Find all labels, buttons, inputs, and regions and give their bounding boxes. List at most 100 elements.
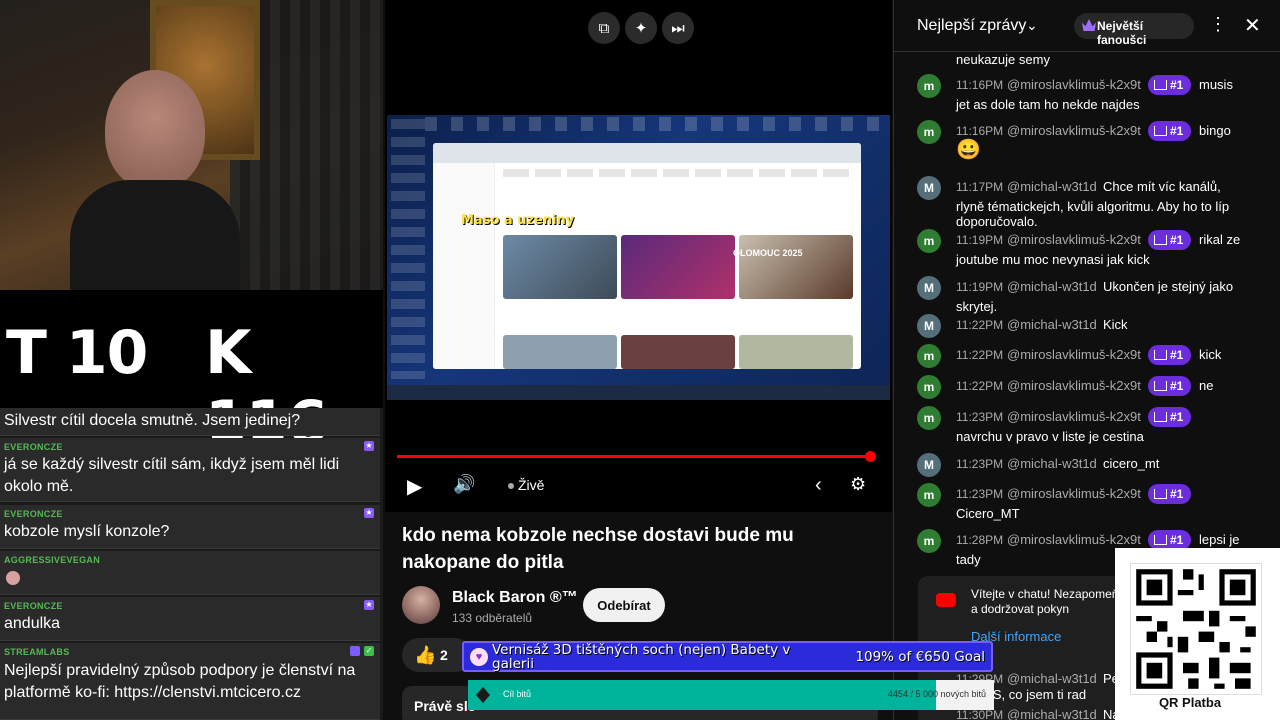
- member-badge: #1: [1148, 230, 1192, 250]
- crown-icon: [1154, 235, 1167, 245]
- description-text: Právě sle: [414, 698, 476, 714]
- verified-icon: ✓: [364, 646, 374, 656]
- overlay-chat-message: EVERONCZE ★ andulka: [0, 597, 380, 641]
- thumbnail-text: OLOMOUC 2025: [733, 248, 803, 258]
- chat-message-text: kick: [1199, 347, 1222, 362]
- chat-message: M 11:17PM @michal-w3t1d Chce mít víc kanálů…: [894, 176, 1280, 229]
- video-thumbnail: [621, 235, 735, 299]
- bits-label: Cíl bitů: [503, 689, 532, 699]
- message-author[interactable]: @michal-w3t1d: [1007, 707, 1097, 720]
- progress-bar[interactable]: [397, 455, 870, 458]
- overlay-chat-text: já se každý silvestr cítil sám, ikdyž js…: [4, 456, 340, 495]
- goal-title: Vernisáž 3D tištěných soch (nejen) Babet…: [492, 642, 791, 672]
- chat-message-text: skrytej.: [956, 299, 998, 314]
- message-author[interactable]: @miroslavklimuš-k2x9t: [1007, 77, 1141, 92]
- overlay-chat-author: STREAMLABS: [4, 647, 70, 657]
- message-author[interactable]: @michal-w3t1d: [1007, 279, 1097, 294]
- badge-label: #1: [1170, 533, 1184, 547]
- close-icon[interactable]: ✕: [1244, 13, 1261, 38]
- message-author[interactable]: @michal-w3t1d: [1007, 317, 1097, 332]
- progress-handle[interactable]: [865, 451, 876, 462]
- gear-icon[interactable]: ⚙: [850, 474, 866, 495]
- top-fans-button[interactable]: Největší fanoušci: [1074, 13, 1194, 47]
- chat-message-text: navrchu v pravo v liste je cestina: [956, 429, 1144, 444]
- chat-message-text: rikal ze: [1199, 232, 1241, 247]
- user-avatar[interactable]: m: [917, 406, 941, 430]
- video-thumbnail: [503, 335, 617, 369]
- user-avatar[interactable]: M: [917, 453, 941, 477]
- message-author[interactable]: @miroslavklimuš-k2x9t: [1007, 378, 1141, 393]
- user-avatar[interactable]: M: [917, 176, 941, 200]
- overlay-chat-text: Silvestr cítil docela smutně. Jsem jedin…: [4, 412, 301, 429]
- bits-progress-fill: [468, 680, 937, 710]
- badge-label: #1: [1170, 78, 1184, 92]
- heart-icon: ♥: [470, 648, 488, 666]
- volume-icon[interactable]: 🔊: [453, 474, 475, 495]
- channel-name[interactable]: Black Baron ®™: [452, 589, 578, 607]
- webcam-feed: [0, 0, 383, 290]
- top-fans-label: Největší fanoušci: [1097, 19, 1147, 47]
- qr-payment-box: QR Platba: [1115, 548, 1280, 720]
- video-thumbnail: [621, 335, 735, 369]
- message-author[interactable]: @miroslavklimuš-k2x9t: [1007, 123, 1141, 138]
- chat-message: m 11:19PM @miroslavklimuš-k2x9t #1 rikal ze j…: [894, 229, 1280, 273]
- message-author[interactable]: @michal-w3t1d: [1007, 671, 1097, 686]
- message-author[interactable]: @miroslavklimuš-k2x9t: [1007, 409, 1141, 424]
- message-author[interactable]: @miroslavklimuš-k2x9t: [1007, 486, 1141, 501]
- skip-icon[interactable]: ⏭: [662, 12, 694, 44]
- chat-message-text: ne: [1199, 378, 1214, 393]
- qr-code: [1130, 563, 1262, 695]
- user-avatar[interactable]: M: [917, 276, 941, 300]
- goal-value: 109% of €650 Goal: [855, 649, 985, 665]
- overlay-chat-message: EVERONCZE ★ já se každý silvestr cítil s…: [0, 438, 380, 502]
- overlay-chat-message: EVERONCZE ★ kobzole myslí konzole?: [0, 505, 380, 549]
- chat-message-text: Ukončen je stejný jako: [1103, 279, 1234, 294]
- video-thumbnail: [739, 235, 853, 299]
- message-author[interactable]: @miroslavklimuš-k2x9t: [1007, 347, 1141, 362]
- channel-avatar[interactable]: [402, 586, 440, 624]
- desktop-icons: [391, 119, 425, 379]
- message-author[interactable]: @miroslavklimuš-k2x9t: [1007, 532, 1141, 547]
- chevron-left-icon[interactable]: ‹: [815, 474, 822, 497]
- desktop-top-icons: [425, 117, 885, 131]
- user-avatar[interactable]: m: [917, 74, 941, 98]
- play-icon[interactable]: ▶: [407, 474, 422, 499]
- user-avatar[interactable]: m: [917, 229, 941, 253]
- overlay-chat-message: AGGRESSIVEVEGAN: [0, 551, 380, 595]
- chat-mode-label[interactable]: Nejlepší zprávy: [917, 17, 1026, 35]
- message-author[interactable]: @michal-w3t1d: [1007, 179, 1097, 194]
- star-icon: ★: [364, 441, 374, 451]
- member-badge: #1: [1148, 530, 1192, 550]
- user-avatar[interactable]: m: [917, 483, 941, 507]
- message-time: 11:22PM: [956, 348, 1004, 362]
- crown-icon: [1154, 350, 1167, 360]
- overlay-chat-author: EVERONCZE: [4, 601, 63, 611]
- user-avatar[interactable]: m: [917, 375, 941, 399]
- user-avatar[interactable]: m: [917, 344, 941, 368]
- member-badge: #1: [1148, 75, 1192, 95]
- sparkle-icon[interactable]: ✦: [625, 12, 657, 44]
- chat-message-text: Cicero_MT: [956, 506, 1020, 521]
- bits-goal: Cíl bitů 4454 / 5 000 nových bitů: [468, 680, 994, 710]
- message-author[interactable]: @miroslavklimuš-k2x9t: [1007, 232, 1141, 247]
- crown-icon: [1154, 489, 1167, 499]
- subscribe-button[interactable]: Odebírat: [583, 588, 665, 622]
- video-thumbnail: [503, 235, 617, 299]
- chevron-down-icon[interactable]: ⌄: [1026, 17, 1038, 34]
- message-author[interactable]: @michal-w3t1d: [1007, 456, 1097, 471]
- chat-message-text: lepsi je: [1199, 532, 1240, 547]
- more-options-icon[interactable]: ⋮: [1209, 14, 1227, 35]
- chat-message-text: Chce mít víc kanálů,: [1103, 179, 1221, 194]
- message-time: 11:19PM: [956, 280, 1004, 294]
- user-avatar[interactable]: M: [917, 314, 941, 338]
- chat-header: Nejlepší zprávy ⌄ Největší fanoušci ⋮ ✕: [894, 0, 1280, 52]
- user-avatar[interactable]: m: [917, 120, 941, 144]
- crown-icon: [1154, 80, 1167, 90]
- star-icon: ★: [364, 508, 374, 518]
- live-label[interactable]: Živě: [518, 477, 544, 493]
- member-badge: #1: [1148, 484, 1192, 504]
- user-avatar[interactable]: m: [917, 529, 941, 553]
- video-player[interactable]: ⧉ ✦ ⏭ Maso a uzeniny OLOMOUC 2025 ▶ 🔊 Ži…: [385, 0, 892, 512]
- message-time: 11:23PM: [956, 410, 1004, 424]
- miniplayer-icon[interactable]: ⧉: [588, 12, 620, 44]
